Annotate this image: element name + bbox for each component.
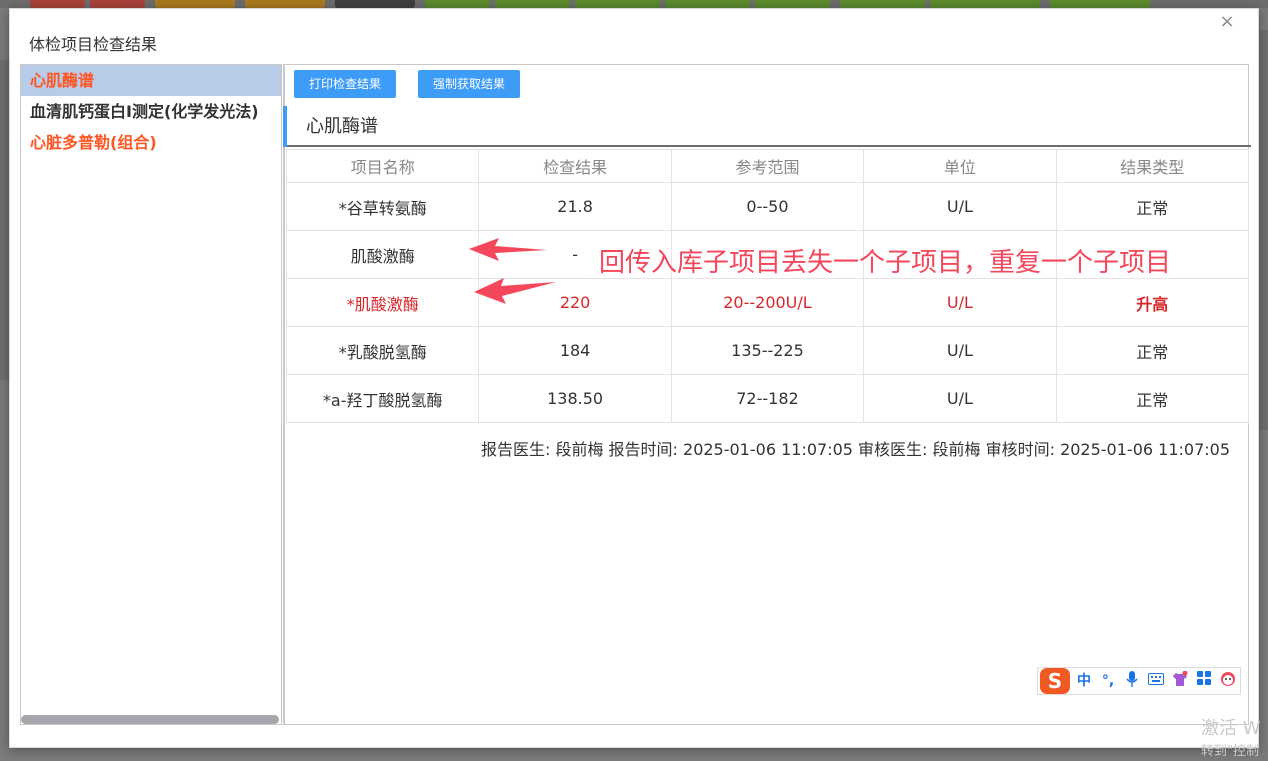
bg-button [30, 0, 85, 8]
activation-watermark-sub: 转到"控制 [1201, 744, 1259, 759]
report-info: 报告医生: 段前梅 报告时间: 2025-01-06 11:07:05 审核医生… [480, 440, 1230, 459]
arrow-icon [474, 278, 556, 304]
force-fetch-button[interactable]: 强制获取结果 [418, 70, 521, 98]
cell-range: 135--225 [670, 326, 865, 375]
table-row: *a-羟丁酸脱氢酶 138.50 72--182 U/L 正常 [285, 374, 1250, 423]
keyboard-icon[interactable] [1146, 671, 1166, 691]
bg-button [755, 0, 830, 8]
bg-button [245, 0, 325, 8]
column-header: 单位 [863, 149, 1057, 183]
cell-type: 正常 [1055, 326, 1250, 375]
bg-button [425, 0, 490, 8]
exam-results-dialog: 体检项目检查结果 × 心肌酶谱 血清肌钙蛋白Ⅰ测定(化学发光法) 心脏多普勒(组… [9, 8, 1259, 748]
close-icon[interactable]: × [1218, 13, 1236, 31]
bg-button [90, 0, 145, 8]
cell-type: 正常 [1055, 374, 1250, 423]
table-row: *乳酸脱氢酶 184 135--225 U/L 正常 [285, 326, 1250, 375]
background-side-right [1258, 30, 1268, 430]
horizontal-scrollbar[interactable] [21, 715, 279, 724]
shirt-icon[interactable] [1170, 670, 1190, 691]
print-results-button[interactable]: 打印检查结果 [294, 70, 397, 98]
cell-name: *a-羟丁酸脱氢酶 [285, 374, 480, 423]
bg-button [1050, 0, 1150, 8]
microphone-icon[interactable] [1122, 671, 1142, 691]
cell-type: 升高 [1055, 278, 1250, 327]
annotation-text: 回传入库子项目丢失一个子项目，重复一个子项目 [599, 248, 1172, 278]
column-header: 检查结果 [478, 149, 672, 183]
cell-range: 0--50 [670, 182, 865, 231]
list-item-troponin[interactable]: 血清肌钙蛋白Ⅰ测定(化学发光法) [21, 96, 281, 127]
cell-name: *谷草转氨酶 [285, 182, 480, 231]
list-item-myocardial-enzymes[interactable]: 心肌酶谱 [21, 65, 281, 96]
list-item-cardiac-doppler[interactable]: 心脏多普勒(组合) [21, 127, 281, 158]
ime-punctuation-toggle[interactable]: °, [1098, 671, 1118, 691]
activation-watermark: 激活 W [1201, 718, 1261, 739]
bg-button [495, 0, 570, 8]
apps-icon[interactable] [1194, 671, 1214, 691]
section-title: 心肌酶谱 [306, 116, 378, 137]
cell-result: 138.50 [478, 374, 672, 423]
cell-unit: U/L [863, 326, 1057, 375]
cell-range: 72--182 [670, 374, 865, 423]
section-header: 心肌酶谱 [283, 106, 1251, 147]
result-detail-panel: 打印检查结果 强制获取结果 心肌酶谱 项目名称 检查结果 参考范围 单位 结果类… [283, 64, 1251, 725]
cell-unit: U/L [863, 374, 1057, 423]
column-header: 参考范围 [670, 149, 865, 183]
column-header: 项目名称 [285, 149, 480, 183]
table-row: *谷草转氨酶 21.8 0--50 U/L 正常 [285, 182, 1250, 231]
column-header: 结果类型 [1055, 149, 1250, 183]
results-table: 项目名称 检查结果 参考范围 单位 结果类型 *谷草转氨酶 21.8 0--50… [285, 149, 1250, 423]
bg-button [155, 0, 235, 8]
background-toolbar [0, 0, 1268, 8]
table-header-row: 项目名称 检查结果 参考范围 单位 结果类型 [285, 149, 1250, 183]
cell-unit: U/L [863, 278, 1057, 327]
cell-result: 21.8 [478, 182, 672, 231]
bg-button [930, 0, 1040, 8]
bg-button [665, 0, 750, 8]
face-icon[interactable] [1218, 671, 1238, 691]
section-accent-bar [283, 106, 287, 147]
cell-range: 20--200U/L [670, 278, 865, 327]
dialog-title: 体检项目检查结果 [29, 35, 158, 54]
cell-name: 肌酸激酶 [285, 230, 480, 279]
bg-button [335, 0, 415, 8]
cell-result: 184 [478, 326, 672, 375]
ime-language-toggle[interactable]: 中 [1074, 671, 1094, 691]
exam-item-list: 心肌酶谱 血清肌钙蛋白Ⅰ测定(化学发光法) 心脏多普勒(组合) [20, 64, 282, 725]
cell-name: *乳酸脱氢酶 [285, 326, 480, 375]
bg-button [840, 0, 925, 8]
bg-button [575, 0, 660, 8]
arrow-icon [469, 238, 547, 261]
table-row: *肌酸激酶 220 20--200U/L U/L 升高 [285, 278, 1250, 327]
cell-name: *肌酸激酶 [285, 278, 480, 327]
sogou-logo[interactable]: S [1040, 668, 1070, 694]
ime-toolbar: S 中 °, [1037, 667, 1241, 695]
cell-type: 正常 [1055, 182, 1250, 231]
cell-unit: U/L [863, 182, 1057, 231]
